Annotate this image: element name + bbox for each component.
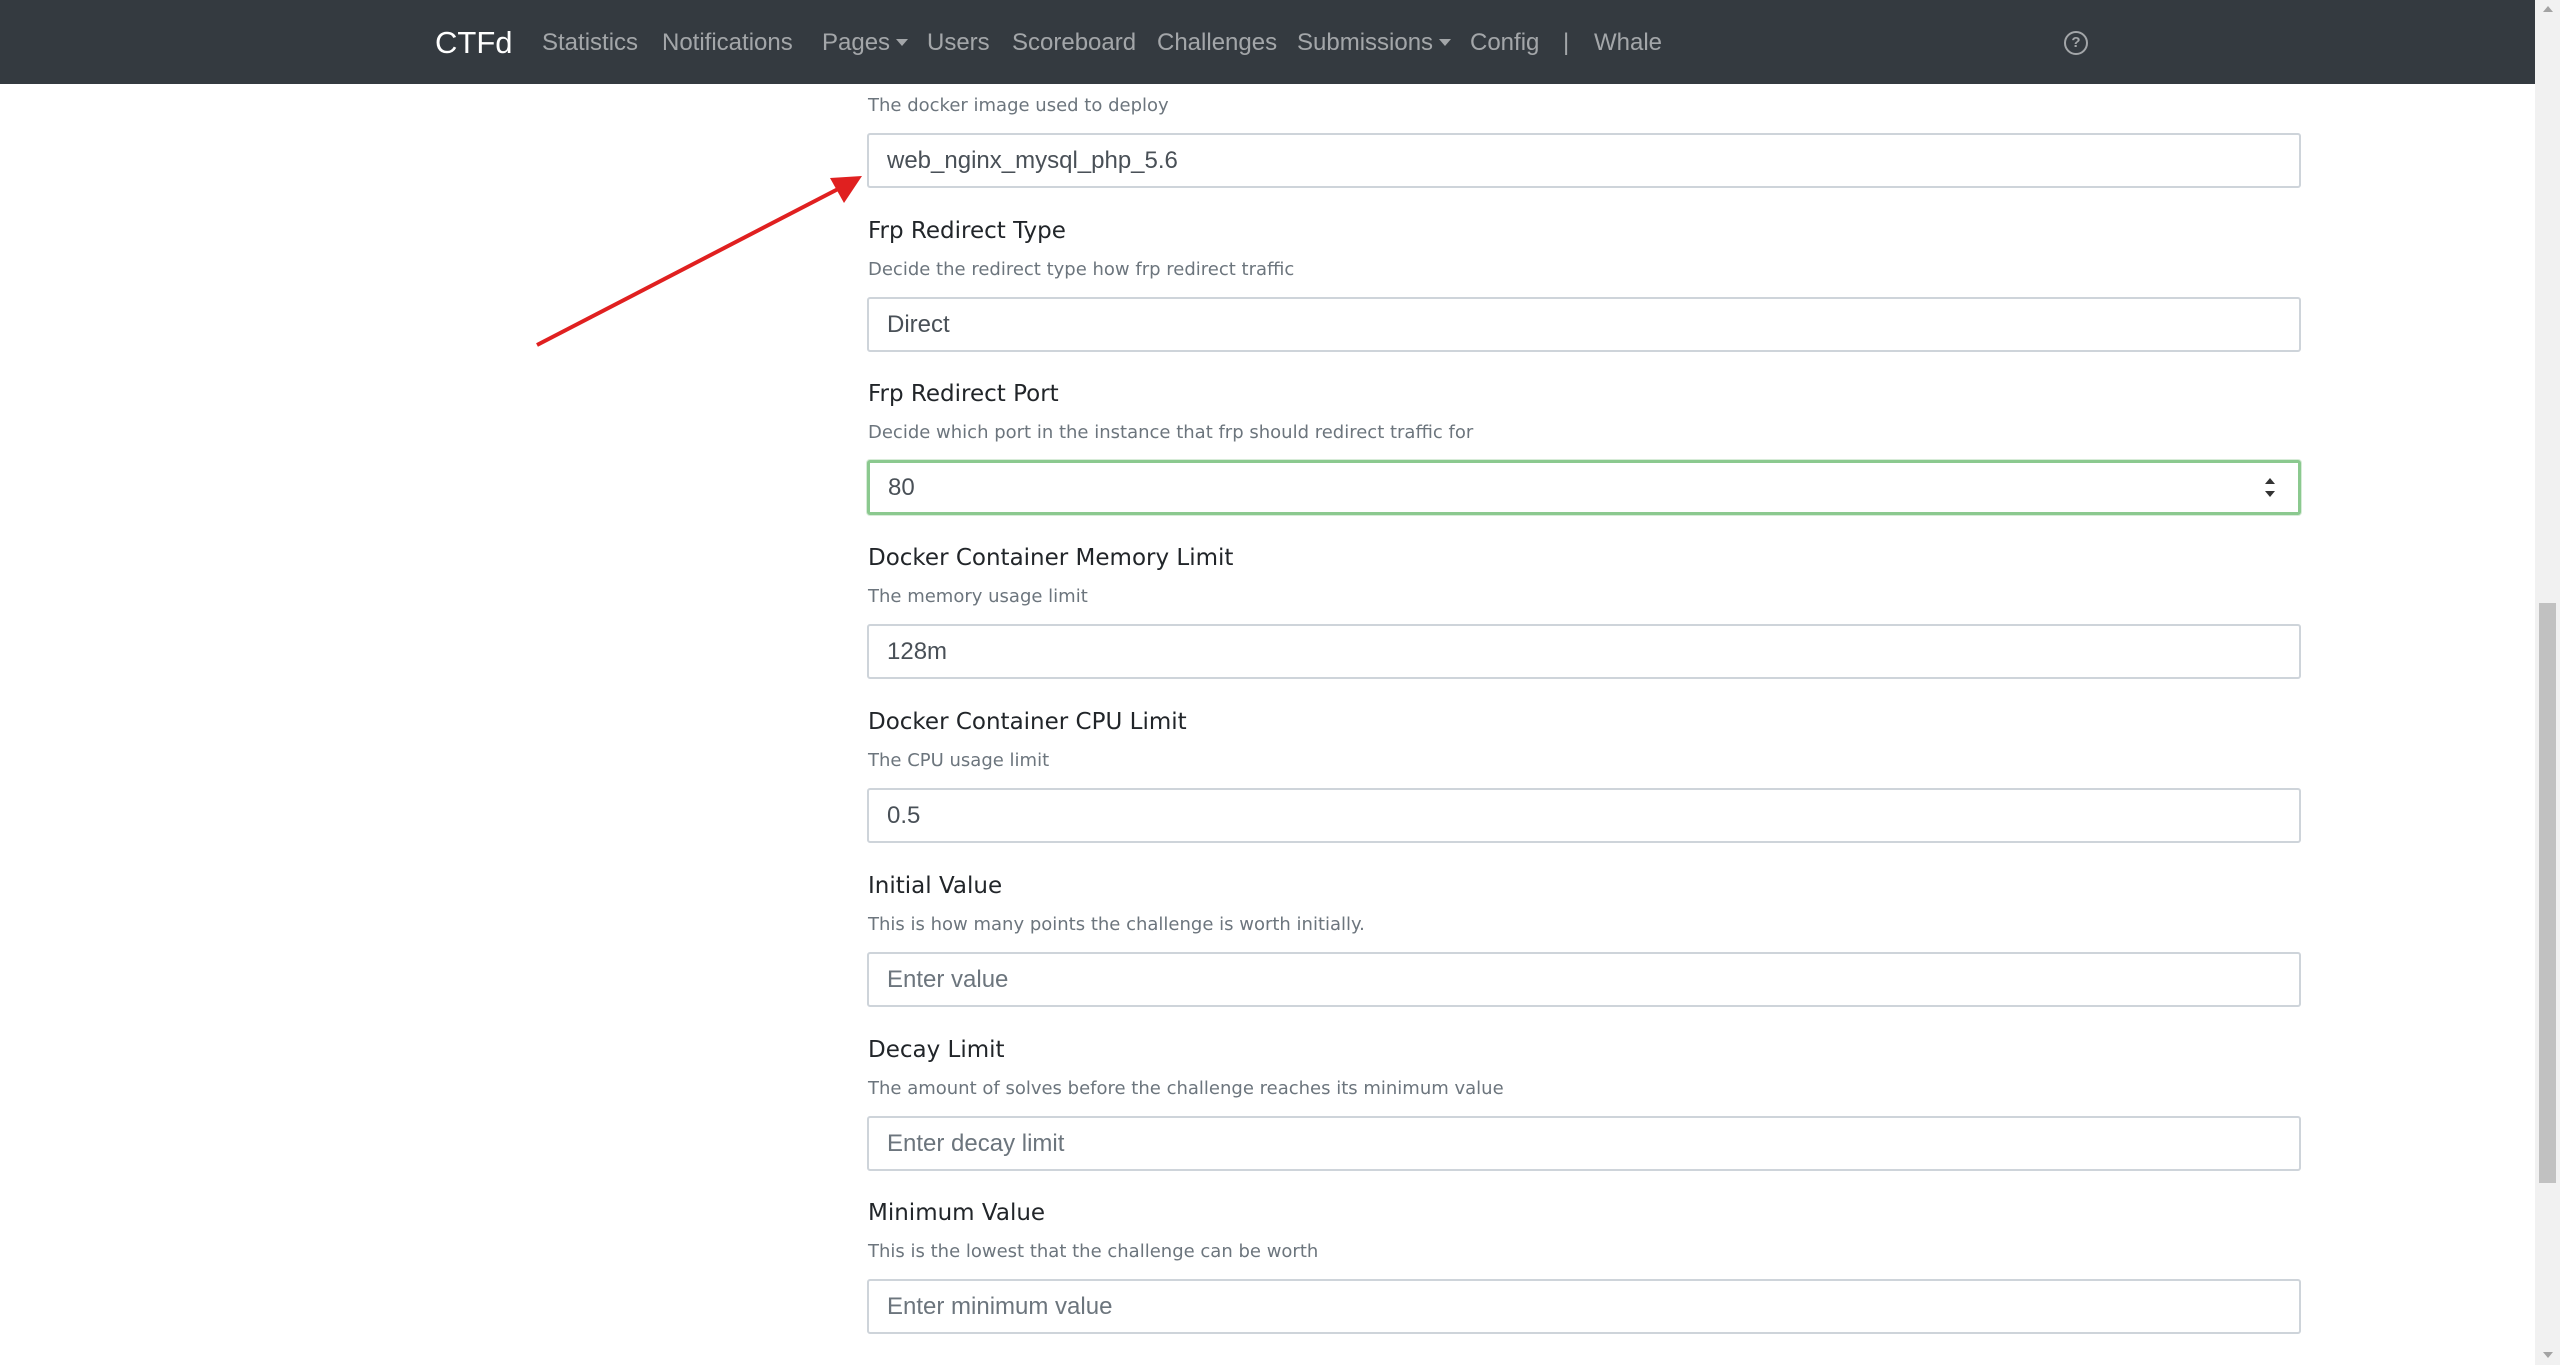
nav-statistics[interactable]: Statistics	[542, 26, 638, 60]
stepper-up-icon[interactable]	[2265, 478, 2275, 484]
decay-limit-input[interactable]	[867, 1116, 2301, 1171]
cpu-limit-input[interactable]	[867, 788, 2301, 843]
frp-redirect-port-help: Decide which port in the instance that f…	[868, 422, 1474, 443]
nav-divider: |	[1563, 29, 1570, 56]
chevron-down-icon	[896, 39, 909, 46]
nav-submissions-dropdown[interactable]: Submissions	[1297, 26, 1452, 60]
initial-value-input[interactable]	[867, 952, 2301, 1007]
cpu-limit-label: Docker Container CPU Limit	[868, 709, 1187, 735]
stepper-down-icon[interactable]	[2265, 491, 2275, 497]
nav-config[interactable]: Config	[1470, 26, 1539, 60]
minimum-value-input[interactable]	[867, 1279, 2301, 1334]
annotation-arrow-shaft	[536, 186, 841, 347]
docker-image-input[interactable]	[867, 133, 2301, 188]
memory-limit-label: Docker Container Memory Limit	[868, 545, 1234, 571]
decay-limit-label: Decay Limit	[868, 1037, 1005, 1063]
frp-redirect-port-label: Frp Redirect Port	[868, 381, 1059, 407]
annotation-arrow-head	[830, 176, 862, 203]
nav-pages-dropdown[interactable]: Pages	[822, 26, 909, 60]
nav-notifications[interactable]: Notifications	[662, 26, 793, 60]
frp-redirect-type-help: Decide the redirect type how frp redirec…	[868, 259, 1295, 280]
nav-whale[interactable]: Whale	[1594, 26, 1662, 60]
top-navbar: CTFd Statistics Notifications Pages User…	[0, 0, 2535, 84]
frp-redirect-port-input[interactable]	[867, 460, 2301, 515]
scroll-up-icon[interactable]	[2543, 6, 2553, 12]
chevron-down-icon	[1439, 39, 1452, 46]
decay-limit-help: The amount of solves before the challeng…	[868, 1078, 1504, 1099]
page-scrollbar[interactable]	[2535, 0, 2560, 1365]
question-circle-icon[interactable]: ?	[2064, 31, 2088, 55]
memory-limit-help: The memory usage limit	[868, 586, 1088, 607]
scroll-thumb[interactable]	[2539, 603, 2556, 1183]
initial-value-help: This is how many points the challenge is…	[868, 914, 1365, 935]
nav-challenges[interactable]: Challenges	[1157, 26, 1277, 60]
frp-redirect-type-label: Frp Redirect Type	[868, 218, 1066, 244]
nav-submissions-label: Submissions	[1297, 29, 1434, 56]
minimum-value-label: Minimum Value	[868, 1200, 1046, 1226]
nav-scoreboard[interactable]: Scoreboard	[1012, 26, 1136, 60]
cpu-limit-help: The CPU usage limit	[868, 750, 1050, 771]
memory-limit-input[interactable]	[867, 624, 2301, 679]
brand-logo[interactable]: CTFd	[435, 24, 513, 62]
initial-value-label: Initial Value	[868, 873, 1003, 899]
frp-redirect-type-input[interactable]	[867, 297, 2301, 352]
scroll-down-icon[interactable]	[2543, 1352, 2553, 1358]
nav-users[interactable]: Users	[927, 26, 990, 60]
docker-image-help: The docker image used to deploy	[868, 95, 1169, 116]
minimum-value-help: This is the lowest that the challenge ca…	[868, 1241, 1319, 1262]
number-stepper[interactable]	[2262, 475, 2278, 501]
nav-pages-label: Pages	[822, 29, 891, 56]
